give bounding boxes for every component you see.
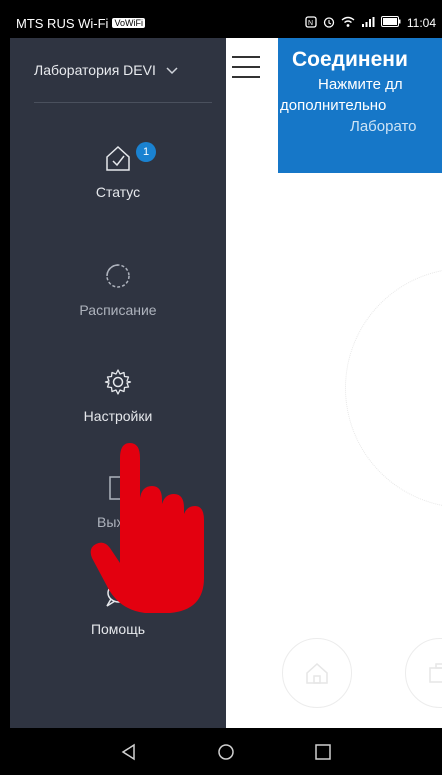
system-navigation-bar [10, 728, 442, 775]
nfc-icon: N [305, 15, 317, 31]
drawer-divider [34, 102, 212, 103]
status-right: N 11:04 [305, 15, 436, 31]
home-check-icon: 1 [98, 138, 156, 178]
banner-title: Соединени [292, 48, 408, 71]
banner-line-1: Нажмите дл [318, 76, 403, 93]
home-button-icon[interactable] [211, 737, 241, 767]
schedule-circle-icon [98, 256, 138, 296]
status-left: MTS RUS Wi-Fi VoWiFi [16, 16, 145, 31]
connection-banner[interactable]: Соединени Нажмите дл дополнительно Лабор… [278, 38, 442, 173]
gear-icon [98, 362, 138, 402]
svg-text:N: N [308, 20, 313, 27]
thermostat-dial [345, 268, 442, 508]
nav-item-label: Настройки [83, 408, 153, 424]
nav-item-label: Расписание [79, 302, 157, 318]
wifi-icon [341, 16, 355, 31]
banner-line-2: дополнительно [280, 97, 387, 114]
signal-icon [361, 16, 375, 31]
app-screen: Соединени Нажмите дл дополнительно Лабор… [10, 38, 442, 728]
clock-text: 11:04 [406, 16, 436, 30]
banner-line-3: Лаборато [350, 118, 417, 135]
recents-icon[interactable] [308, 737, 338, 767]
away-mode-button[interactable] [405, 638, 442, 708]
suitcase-icon [429, 663, 442, 683]
status-bar: MTS RUS Wi-Fi VoWiFi N 11:04 [10, 8, 442, 38]
carrier-text: MTS RUS Wi-Fi [16, 15, 109, 31]
wifi-call-badge: VoWiFi [112, 18, 145, 28]
battery-icon [380, 16, 401, 30]
home-icon [306, 662, 328, 684]
nav-item-label: Статус [95, 184, 141, 200]
nav-item-status[interactable]: 1 Статус [10, 138, 226, 228]
menu-icon[interactable] [232, 56, 260, 78]
alarm-icon [323, 16, 335, 31]
status-notification-badge: 1 [136, 142, 156, 162]
location-selector[interactable]: Лаборатория DEVI [10, 38, 226, 102]
navigation-drawer: Лаборатория DEVI 1 Статус Расписание Нас… [10, 38, 226, 728]
chevron-down-icon [166, 62, 178, 78]
nav-item-label: Помощь [90, 621, 146, 637]
back-icon[interactable] [114, 737, 144, 767]
nav-item-schedule[interactable]: Расписание [10, 256, 226, 346]
home-mode-button[interactable] [282, 638, 352, 708]
phone-frame: MTS RUS Wi-Fi VoWiFi N 11:04 Соединени Н… [0, 0, 442, 775]
location-name: Лаборатория DEVI [34, 62, 156, 78]
tap-hand-icon [90, 443, 204, 613]
